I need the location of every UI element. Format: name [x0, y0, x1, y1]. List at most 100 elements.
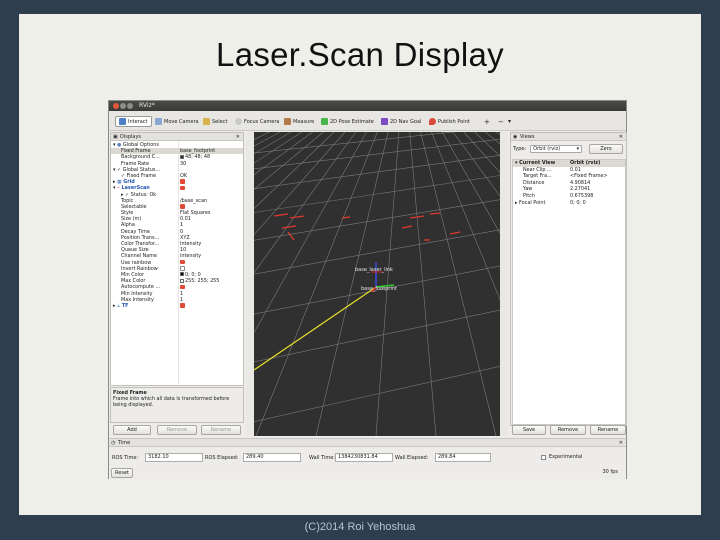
laser-scan-segment: [273, 213, 289, 217]
window-title: RViz*: [139, 102, 155, 109]
enabled-checkbox[interactable]: [180, 204, 185, 209]
view-property-name: ▸ Focal Point: [515, 200, 545, 207]
grid-line: [315, 132, 389, 436]
property-label: Fixed Frame: [126, 172, 157, 179]
minimize-window-button[interactable]: [120, 103, 126, 109]
color-swatch[interactable]: [180, 154, 184, 159]
nav-goal-icon: [381, 118, 388, 125]
tool-menu-button[interactable]: ▾: [508, 116, 511, 127]
property-value-text: Flat Squares: [180, 210, 211, 217]
property-value[interactable]: [180, 303, 185, 309]
tool-measure[interactable]: Measure: [284, 116, 314, 127]
view-property-label: Yaw: [523, 186, 533, 193]
property-label: Autocompute ...: [121, 284, 161, 291]
tool-move-camera[interactable]: Move Camera: [155, 116, 199, 127]
view-property-value[interactable]: <Fixed Frame>: [570, 173, 608, 180]
view-property-row[interactable]: Distance 4.90814: [513, 180, 625, 187]
property-value-text: XYZ: [180, 234, 190, 241]
color-swatch[interactable]: [180, 278, 184, 283]
3d-viewport[interactable]: base_laser_link base_footprint: [254, 132, 500, 436]
view-property-label: Pitch: [523, 192, 535, 199]
property-label: TF: [121, 302, 129, 309]
tool-publish-point[interactable]: Publish Point: [429, 116, 470, 127]
tool-2d-pose-estimate[interactable]: 2D Pose Estimate: [321, 116, 374, 127]
time-panel-title: Time: [118, 440, 131, 446]
view-property-value[interactable]: Orbit (rviz): [570, 160, 600, 167]
property-value-text: 48; 48; 48: [185, 154, 211, 161]
view-property-row[interactable]: Yaw 2.27041: [513, 186, 625, 193]
property-value-text: 0; 0; 0: [185, 271, 201, 278]
laser-scan-points: [273, 212, 461, 241]
enabled-checkbox[interactable]: [180, 259, 185, 265]
viewport-left-splitter[interactable]: [246, 132, 254, 436]
property-label: Color Transfor...: [121, 241, 160, 247]
zero-view-button[interactable]: Zero: [589, 144, 623, 154]
reset-button[interactable]: Reset: [111, 468, 133, 478]
view-property-value[interactable]: 2.27041: [570, 186, 590, 193]
experimental-toggle[interactable]: Experimental: [541, 454, 582, 460]
enabled-checkbox[interactable]: [180, 179, 185, 184]
view-property-row[interactable]: ▾ Current View Orbit (rviz): [513, 160, 625, 167]
enabled-checkbox[interactable]: [180, 185, 185, 191]
view-property-name: Distance: [523, 180, 544, 187]
rename-view-button[interactable]: Rename: [590, 425, 626, 435]
view-property-row[interactable]: Pitch 0.675398: [513, 193, 625, 200]
save-view-button[interactable]: Save: [512, 425, 546, 435]
enabled-checkbox[interactable]: [180, 303, 185, 308]
property-label: Position Trans...: [121, 234, 160, 241]
maximize-window-button[interactable]: [127, 103, 133, 109]
property-label: Fixed Frame: [121, 148, 151, 155]
view-property-value[interactable]: 4.90814: [570, 180, 590, 187]
tool-focus-camera[interactable]: Focus Camera: [235, 116, 280, 127]
color-swatch[interactable]: [180, 272, 184, 277]
property-value-text: intensity: [180, 253, 202, 260]
remove-view-button[interactable]: Remove: [550, 425, 586, 435]
property-label: Channel Name: [121, 253, 158, 260]
rename-display-button[interactable]: Rename: [201, 425, 241, 435]
view-type-value: Orbit (rviz): [533, 146, 561, 152]
rviz-window: RViz* Interact Move Camera Select Focus …: [108, 100, 627, 479]
experimental-checkbox[interactable]: [541, 454, 546, 460]
wall-time-label: Wall Time:: [309, 455, 335, 461]
tool-select[interactable]: Select: [203, 116, 227, 127]
view-property-name: ▾ Current View: [515, 160, 555, 167]
property-label: Topic: [121, 197, 134, 204]
property-label: Invert Rainbow: [121, 265, 158, 272]
tool-interact[interactable]: Interact: [115, 116, 152, 127]
viewport-right-splitter[interactable]: [500, 132, 508, 436]
remove-tool-button[interactable]: −: [498, 116, 504, 127]
view-type-select[interactable]: Orbit (rviz) ▾: [530, 145, 583, 153]
property-value-text: 0: [180, 228, 184, 235]
close-window-button[interactable]: [113, 103, 119, 109]
add-tool-button[interactable]: +: [484, 116, 490, 127]
grid-line: [254, 365, 500, 423]
grid-line: [254, 309, 500, 363]
close-icon[interactable]: ✕: [619, 439, 623, 447]
laser-link-label: base_laser_link: [355, 267, 393, 273]
remove-display-button[interactable]: Remove: [157, 425, 197, 435]
view-property-row[interactable]: ▸ Focal Point 0; 0; 0: [513, 200, 625, 207]
view-property-name: Yaw: [523, 186, 532, 193]
tool-2d-nav-goal[interactable]: 2D Nav Goal: [381, 116, 421, 127]
close-icon[interactable]: ✕: [619, 133, 623, 141]
property-value-text: 1: [180, 296, 184, 303]
view-property-label: Near Clip ...: [523, 166, 552, 173]
view-property-value[interactable]: 0; 0; 0: [570, 200, 586, 207]
property-label: Frame Rate: [121, 160, 150, 167]
property-value-text: 0.01: [180, 216, 191, 223]
chevron-down-icon: ▾: [508, 118, 512, 125]
interact-icon: [119, 118, 126, 125]
minus-icon: −: [498, 117, 504, 126]
disabled-checkbox[interactable]: [180, 266, 185, 271]
tool-2d-pose-estimate-label: 2D Pose Estimate: [330, 118, 374, 125]
close-icon[interactable]: ✕: [236, 133, 240, 141]
enabled-checkbox[interactable]: [180, 284, 185, 290]
view-property-row[interactable]: Near Clip ... 0.01: [513, 167, 625, 174]
view-property-row[interactable]: Target Fra... <Fixed Frame>: [513, 173, 625, 180]
view-property-value[interactable]: 0.01: [570, 167, 581, 174]
add-display-button[interactable]: Add: [113, 425, 151, 435]
experimental-label: Experimental: [549, 454, 583, 460]
view-property-value[interactable]: 0.675398: [570, 193, 593, 200]
property-label: Status: Ok: [130, 191, 157, 198]
display-property-row[interactable]: ▸ ⟂ TF: [111, 303, 243, 309]
